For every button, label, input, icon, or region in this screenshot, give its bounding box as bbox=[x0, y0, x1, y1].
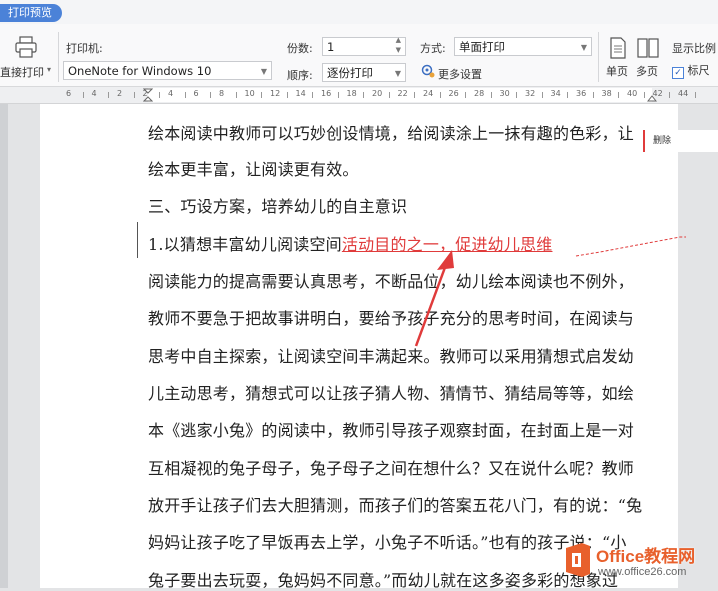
watermark: Office教程网 www.office26.com bbox=[560, 536, 718, 588]
revision-comment-label: 删除 bbox=[653, 136, 672, 146]
watermark-url: www.office26.com bbox=[598, 566, 687, 578]
revision-comment-balloon[interactable]: 删除 bbox=[643, 130, 718, 152]
revision-annotation-overlay bbox=[414, 236, 686, 347]
watermark-brand: Office教程网 bbox=[596, 547, 696, 566]
office-logo-icon bbox=[566, 543, 590, 577]
pointer-arrow-icon bbox=[414, 261, 449, 347]
arrowhead-icon bbox=[437, 250, 454, 270]
revision-connector-line bbox=[575, 236, 686, 257]
